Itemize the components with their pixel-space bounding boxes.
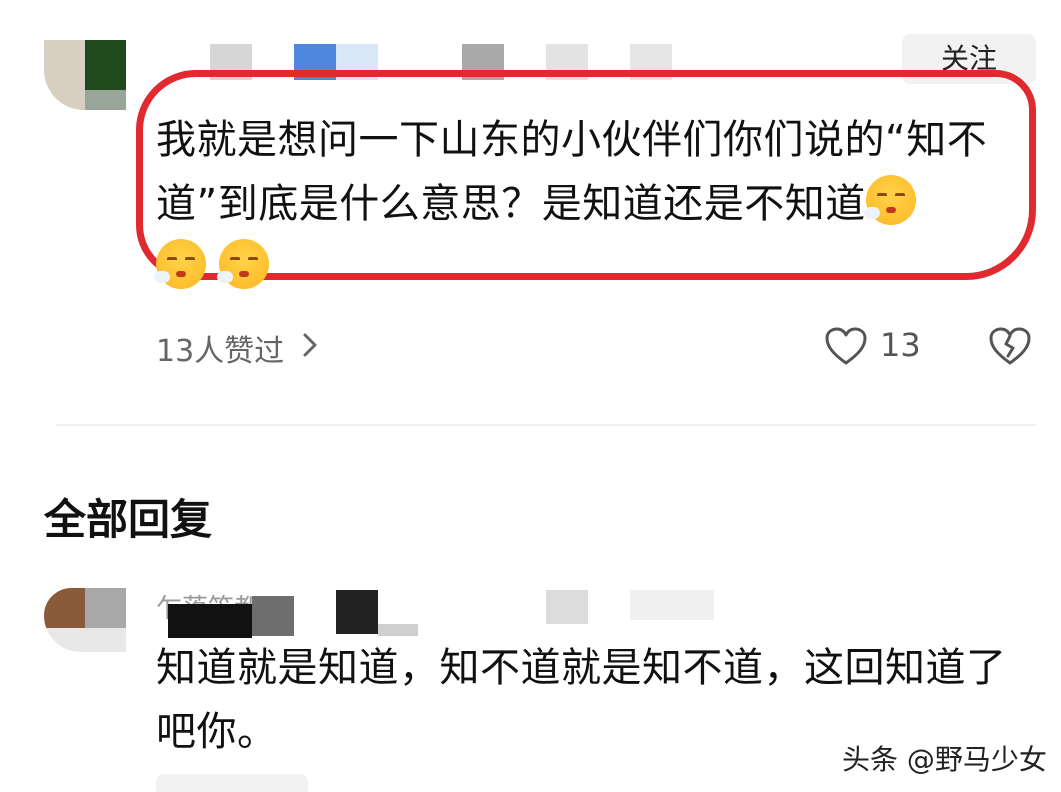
sleepy-face-emoji-icon <box>154 239 206 289</box>
watermark: 头条 @野马少女 <box>842 743 1047 776</box>
username-mosaic <box>546 590 588 624</box>
dislike-broken-heart-icon[interactable] <box>988 326 1032 366</box>
avatar[interactable] <box>44 40 126 110</box>
sleepy-face-emoji-icon <box>863 175 916 225</box>
divider <box>56 424 1036 426</box>
reply-action-button[interactable] <box>156 774 308 792</box>
username-mosaic <box>630 590 714 620</box>
section-title: 全部回复 <box>44 495 213 544</box>
heart-icon[interactable] <box>824 326 868 366</box>
username-mosaic <box>336 590 378 634</box>
post-text-body: 我就是想问一下山东的小伙伴们你们说的“知不道”到底是什么意思？是知道还是不知道 <box>156 117 988 227</box>
username-mosaic <box>252 596 294 636</box>
like-count: 13 <box>880 326 921 364</box>
username-mosaic <box>378 624 418 636</box>
chevron-right-icon[interactable] <box>300 332 320 358</box>
sleepy-face-emoji-icon <box>217 239 270 289</box>
likes-summary[interactable]: 13人赞过 <box>156 326 284 370</box>
comment-page: 关注 我就是想问一下山东的小伙伴们你们说的“知不道”到底是什么意思？是知道还是不… <box>0 0 1061 792</box>
avatar[interactable] <box>44 588 126 652</box>
username-mosaic <box>168 604 252 638</box>
post-text: 我就是想问一下山东的小伙伴们你们说的“知不道”到底是什么意思？是知道还是不知道 <box>154 108 1036 300</box>
